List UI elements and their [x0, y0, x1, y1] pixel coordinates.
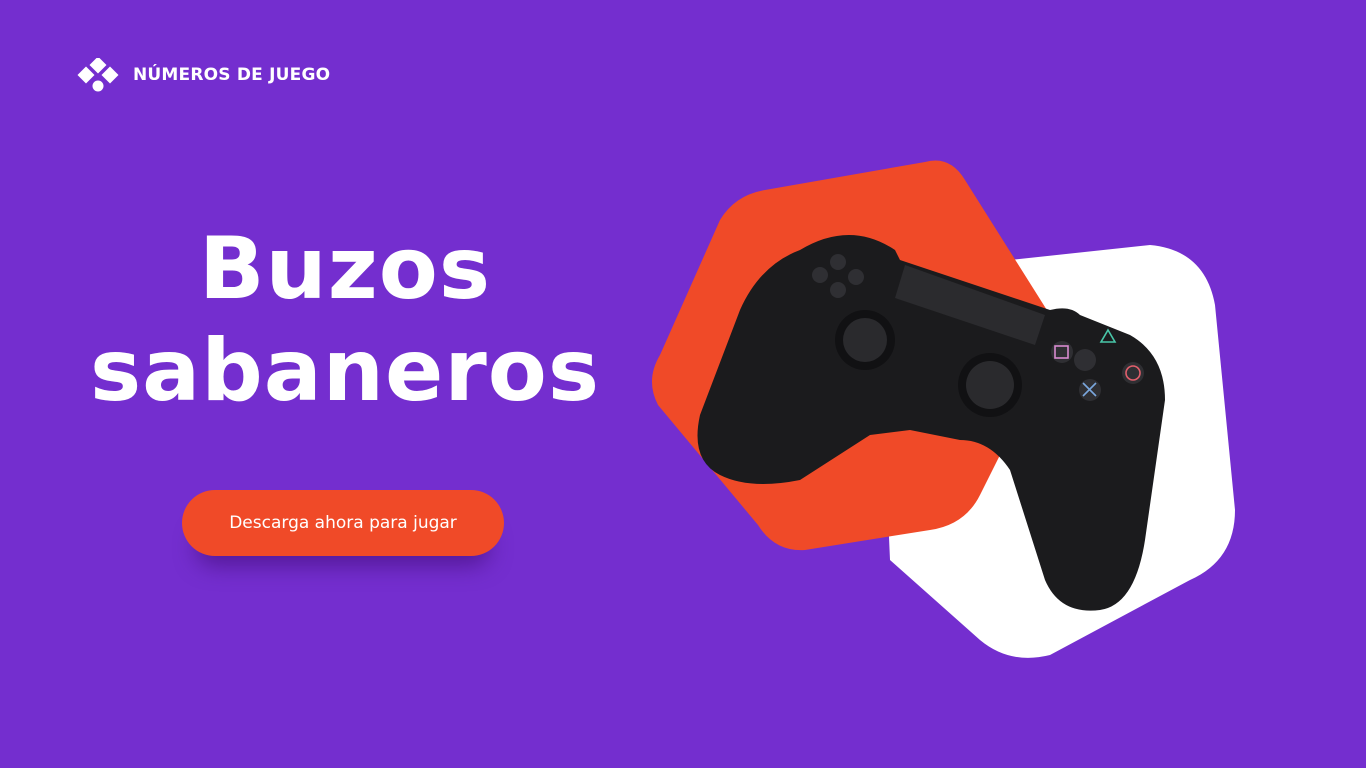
headline: Buzos sabaneros — [60, 218, 630, 422]
headline-line-2: sabaneros — [89, 321, 601, 421]
brand: NÚMEROS DE JUEGO — [77, 58, 330, 92]
download-play-button[interactable]: Descarga ahora para jugar — [182, 490, 504, 556]
controller-illustration — [651, 160, 1235, 658]
four-diamond-logo-icon — [77, 58, 119, 92]
headline-line-1: Buzos — [198, 219, 492, 319]
brand-name: NÚMEROS DE JUEGO — [133, 65, 331, 85]
